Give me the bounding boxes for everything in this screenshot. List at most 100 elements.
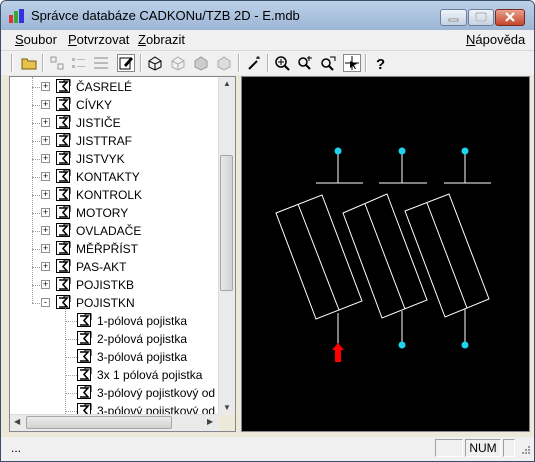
tree-item-label: POJISTKB	[76, 278, 135, 292]
symbol-group-icon	[77, 385, 92, 400]
expand-icon[interactable]: +	[41, 136, 50, 145]
symbol-group-icon	[56, 205, 71, 220]
menu-potvrzovat[interactable]: Potvrzovat	[68, 32, 129, 47]
symbol-group-icon	[56, 223, 71, 238]
node-top-2	[398, 147, 406, 155]
tree-connector	[65, 357, 77, 358]
fuse-body-1	[275, 194, 363, 320]
tree-category-item[interactable]: + KONTROLK	[10, 186, 220, 204]
tree-symbol-item[interactable]: 1-pólová pojistka	[10, 312, 220, 330]
tree-category-item[interactable]: + OVLADAČE	[10, 222, 220, 240]
expand-icon[interactable]: +	[41, 82, 50, 91]
tree-symbol-item[interactable]: 3-pólová pojistka	[10, 348, 220, 366]
scroll-down-icon[interactable]: ▼	[223, 403, 231, 412]
edit-icon[interactable]	[117, 54, 135, 72]
tree-symbol-item[interactable]: 3x 1 pólová pojistka	[10, 366, 220, 384]
fuse-body-2	[342, 193, 428, 319]
list-large-icon[interactable]	[48, 54, 66, 72]
symbol-group-icon	[56, 295, 71, 310]
expand-icon[interactable]: +	[41, 100, 50, 109]
tree-horizontal-scrollbar[interactable]: ◀ ▶	[10, 414, 219, 431]
expand-icon[interactable]: +	[41, 190, 50, 199]
expand-icon[interactable]: +	[41, 172, 50, 181]
tree-category-item[interactable]: + KONTAKTY	[10, 168, 220, 186]
symbol-group-icon	[56, 115, 71, 130]
help-icon[interactable]: ?	[371, 54, 389, 72]
category-tree[interactable]: + ČASRELÉ + CÍVKY + JISTIČE + JISTTRAF + JISTVYK +…	[9, 76, 236, 432]
symbol-group-icon	[56, 151, 71, 166]
tree-vertical-thumb[interactable]	[220, 155, 233, 291]
expand-icon[interactable]: +	[41, 262, 50, 271]
tree-category-item[interactable]: + JISTVYK	[10, 150, 220, 168]
tree-item-label: CÍVKY	[76, 98, 113, 112]
symbol-group-icon	[77, 349, 92, 364]
scroll-right-icon[interactable]: ▶	[207, 417, 213, 426]
tree-category-item[interactable]: + JISTIČE	[10, 114, 220, 132]
close-button[interactable]	[495, 9, 525, 26]
menu-soubor[interactable]: Soubor	[15, 32, 57, 47]
tree-category-item[interactable]: + JISTTRAF	[10, 132, 220, 150]
expand-icon[interactable]: +	[41, 208, 50, 217]
expand-icon[interactable]: +	[41, 280, 50, 289]
menu-zobrazit[interactable]: Zobrazit	[138, 32, 185, 47]
tree-symbol-item[interactable]: 3-pólový pojistkový od	[10, 384, 220, 402]
open-folder-icon[interactable]	[20, 54, 38, 72]
zoom-realtime-icon[interactable]	[319, 54, 337, 72]
magic-wand-icon[interactable]	[245, 54, 263, 72]
minimize-button[interactable]	[440, 9, 467, 26]
tree-item-label: KONTAKTY	[76, 170, 140, 184]
scroll-left-icon[interactable]: ◀	[14, 417, 20, 426]
select-icon[interactable]	[343, 54, 361, 72]
expand-icon[interactable]: +	[41, 244, 50, 253]
tree-vertical-scrollbar[interactable]: ▲ ▼	[218, 77, 235, 415]
zoom-in-icon[interactable]	[296, 54, 314, 72]
zoom-window-icon[interactable]	[273, 54, 291, 72]
expand-icon[interactable]: +	[41, 118, 50, 127]
box-3d-alt-icon[interactable]	[169, 54, 187, 72]
symbol-group-icon	[56, 97, 71, 112]
collapse-icon[interactable]: -	[41, 298, 50, 307]
resize-grip-icon[interactable]	[519, 445, 531, 457]
box-render-icon[interactable]	[215, 54, 233, 72]
tree-item-label: POJISTKN	[76, 296, 135, 310]
toolbar: ?	[1, 50, 534, 75]
maximize-button[interactable]	[468, 9, 494, 26]
list-small-icon[interactable]	[70, 54, 88, 72]
tree-item-label: MOTORY	[76, 206, 129, 220]
tree-category-item[interactable]: + MOTORY	[10, 204, 220, 222]
tree-category-item[interactable]: + CÍVKY	[10, 96, 220, 114]
tree-category-item[interactable]: + POJISTKB	[10, 276, 220, 294]
tree-item-label: 3-pólová pojistka	[97, 350, 188, 364]
tree-item-label: 1-pólová pojistka	[97, 314, 188, 328]
fuse-symbol-drawing	[275, 147, 491, 362]
menu-napoveda[interactable]: Nápověda	[466, 32, 525, 47]
tree-item-label: 2-pólová pojistka	[97, 332, 188, 346]
symbol-group-icon	[77, 367, 92, 382]
tree-category-item[interactable]: - POJISTKN	[10, 294, 220, 312]
tree-symbol-item[interactable]: 2-pólová pojistka	[10, 330, 220, 348]
tree-item-label: JISTIČE	[76, 116, 121, 130]
title-bar[interactable]: Správce databáze CADKONu/TZB 2D - E.mdb	[1, 1, 534, 30]
tree-category-item[interactable]: + MĚŘPŘÍST	[10, 240, 220, 258]
scroll-up-icon[interactable]: ▲	[223, 79, 231, 88]
drawing-preview-canvas[interactable]	[241, 76, 530, 432]
tree-item-label: JISTVYK	[76, 152, 125, 166]
symbol-group-icon	[56, 277, 71, 292]
tree-horizontal-thumb[interactable]	[26, 416, 172, 429]
close-icon	[505, 12, 515, 22]
expand-icon[interactable]: +	[41, 154, 50, 163]
ground-bar-3	[444, 153, 491, 184]
status-message: ...	[11, 441, 22, 455]
symbol-group-icon	[56, 259, 71, 274]
maximize-icon	[475, 12, 487, 22]
node-bottom-2	[398, 341, 406, 349]
box-shaded-icon[interactable]	[192, 54, 210, 72]
symbol-group-icon	[56, 169, 71, 184]
expand-icon[interactable]: +	[41, 226, 50, 235]
box-3d-icon[interactable]	[146, 54, 164, 72]
tree-category-item[interactable]: + ČASRELÉ	[10, 78, 220, 96]
symbol-group-icon	[56, 187, 71, 202]
list-details-icon[interactable]	[92, 54, 110, 72]
tree-category-item[interactable]: + PAS-AKT	[10, 258, 220, 276]
node-top-3	[461, 147, 469, 155]
